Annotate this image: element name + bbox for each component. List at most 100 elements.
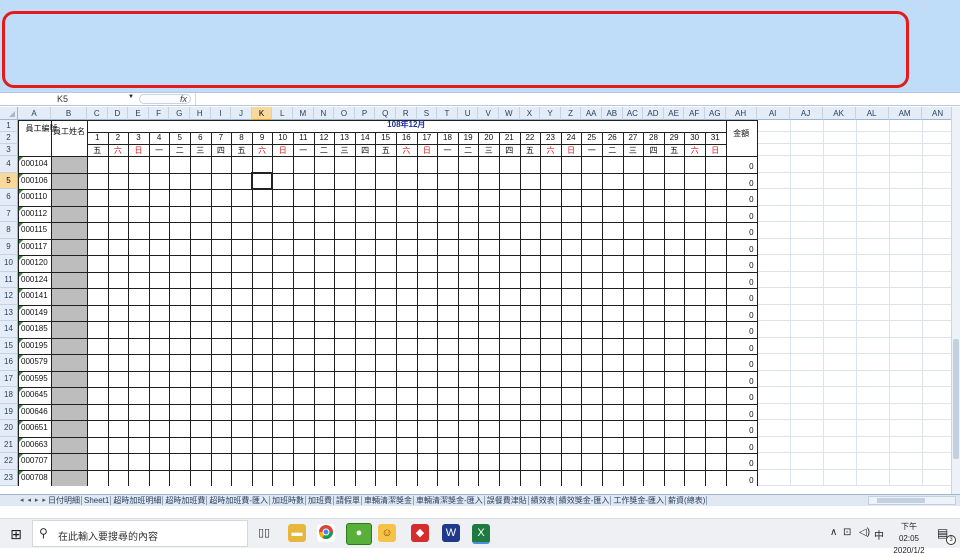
table-border [18, 238, 757, 240]
taskbar-search-box[interactable]: ⚲ 在此輸入要搜尋的內容 [32, 520, 248, 547]
row-header-13[interactable]: 13 [0, 304, 18, 321]
day-number: 14 [360, 133, 370, 142]
column-header-am[interactable]: AM [888, 107, 922, 120]
row-header-18[interactable]: 18 [0, 387, 18, 404]
sheet-tab[interactable]: 加班時數 [272, 495, 304, 506]
row-header-9[interactable]: 9 [0, 238, 18, 255]
row-header-1[interactable]: 1 [0, 120, 18, 132]
table-border [18, 304, 757, 306]
gridline [756, 254, 960, 255]
name-box[interactable]: K5 [57, 93, 137, 105]
sheet-tab[interactable]: 日付明細 [48, 495, 80, 506]
restore-window-icon[interactable] [917, 3, 927, 11]
column-header-ai[interactable]: AI [756, 107, 790, 120]
row-header-8[interactable]: 8 [0, 222, 18, 239]
column-header-aj[interactable]: AJ [789, 107, 823, 120]
excel-icon[interactable]: X [472, 524, 490, 544]
row-header-23[interactable]: 23 [0, 469, 18, 486]
horizontal-scrollbar[interactable] [868, 496, 956, 505]
row-header-11[interactable]: 11 [0, 271, 18, 288]
row-header-22[interactable]: 22 [0, 453, 18, 470]
gridline [756, 143, 960, 144]
row-header-2[interactable]: 2 [0, 132, 18, 144]
row-header-7[interactable]: 7 [0, 205, 18, 222]
row-header-14[interactable]: 14 [0, 321, 18, 338]
employee-id: 000117 [21, 241, 48, 251]
formula-input[interactable] [195, 93, 960, 105]
vertical-scrollbar[interactable] [951, 107, 960, 494]
sheet-tab[interactable]: 請假單 [336, 495, 360, 506]
table-border [18, 222, 757, 223]
day-number: 27 [628, 133, 638, 142]
row-header-5[interactable]: 5 [0, 172, 18, 189]
amount-value: 0 [749, 327, 754, 336]
tray-overflow-icon[interactable]: ∧ [830, 527, 837, 538]
row-header-17[interactable]: 17 [0, 370, 18, 387]
table-border [18, 469, 757, 471]
row-header-15[interactable]: 15 [0, 337, 18, 354]
horizontal-scroll-thumb[interactable] [877, 498, 925, 503]
table-border [663, 132, 665, 486]
row-header-10[interactable]: 10 [0, 255, 18, 272]
sheet-tab[interactable]: 超時加班費-匯入 [209, 495, 268, 506]
sheet-tab[interactable]: 績效表 [531, 495, 555, 506]
table-border [18, 337, 757, 339]
sheet-tab[interactable]: 車輛清潔獎金-匯入 [416, 495, 483, 506]
row-header-12[interactable]: 12 [0, 288, 18, 305]
column-header-b[interactable]: B [51, 107, 87, 120]
table-border [18, 403, 757, 405]
name-box-dropdown-icon[interactable]: ▼ [128, 94, 134, 100]
column-header-an[interactable]: AN [921, 107, 955, 120]
row-header-3[interactable]: 3 [0, 144, 18, 156]
sheet-tab[interactable]: 車輛清潔獎金 [364, 495, 412, 506]
row-header-20[interactable]: 20 [0, 420, 18, 437]
document-app-icon[interactable]: W [442, 524, 460, 542]
line-app-icon[interactable]: ● [346, 523, 372, 545]
row-header-19[interactable]: 19 [0, 403, 18, 420]
row-header-6[interactable]: 6 [0, 189, 18, 206]
sheet-tab[interactable]: 超時加班明細 [113, 495, 161, 506]
day-number: 13 [340, 133, 349, 142]
amount-value: 0 [749, 459, 754, 468]
vertical-scroll-thumb[interactable] [953, 339, 959, 459]
messenger-icon[interactable]: ☺ [378, 524, 396, 542]
windows-start-icon[interactable]: ⊞ [8, 526, 24, 542]
sheet-tab[interactable]: Sheet1 [84, 495, 109, 506]
sheet-nav-arrows-icon[interactable]: ◂ ◂ ▸ ▸ [20, 495, 47, 506]
weekday-label: 六 [113, 146, 122, 155]
sheet-tab[interactable]: 工作獎金-匯入 [613, 495, 664, 506]
day-number: 11 [299, 133, 308, 142]
system-clock[interactable]: 下午 02:05 2020/1/2 [891, 521, 927, 557]
row-header-4[interactable]: 4 [0, 156, 18, 173]
table-border [128, 132, 130, 486]
table-border [18, 321, 757, 322]
column-header-al[interactable]: AL [855, 107, 889, 120]
file-explorer-icon[interactable]: ▬ [288, 524, 306, 542]
row-header-21[interactable]: 21 [0, 436, 18, 453]
weekday-label: 三 [340, 146, 349, 155]
sheet-tab[interactable]: 薪資(總表) [668, 495, 705, 506]
task-view-icon[interactable]: ▯▯ [255, 524, 273, 542]
row-header-16[interactable]: 16 [0, 354, 18, 371]
sheet-tab[interactable]: 誤餐費津貼 [487, 495, 527, 506]
sheet-tab[interactable]: 加班費 [308, 495, 332, 506]
sheet-tab[interactable]: 超時加班費 [165, 495, 205, 506]
chrome-icon[interactable] [317, 524, 335, 542]
column-header-ah[interactable]: AH [725, 107, 757, 120]
selected-cell[interactable] [250, 171, 274, 190]
employee-id: 000579 [21, 357, 48, 366]
remote-app-icon[interactable]: ◆ [411, 524, 429, 542]
column-header-a[interactable]: A [18, 107, 51, 120]
employee-id: 000651 [21, 423, 48, 432]
network-icon[interactable]: ⊡ [843, 527, 851, 538]
insert-function-icon[interactable]: fx [180, 93, 187, 105]
spreadsheet-grid[interactable]: A B C D E F G H I J K L M N O P Q R S T U V W X Y Z AA AB AC AD AE AF AG… [0, 107, 960, 494]
volume-icon[interactable]: ◁) [859, 527, 870, 538]
select-all-corner[interactable] [0, 107, 18, 120]
column-header-ak[interactable]: AK [822, 107, 856, 120]
sheet-tab[interactable]: 績效獎金-匯入 [559, 495, 610, 506]
weekday-label: 日 [278, 146, 287, 155]
ime-indicator[interactable]: 中 [874, 527, 884, 542]
day-number: 28 [649, 133, 658, 142]
tab-separator [333, 496, 335, 505]
